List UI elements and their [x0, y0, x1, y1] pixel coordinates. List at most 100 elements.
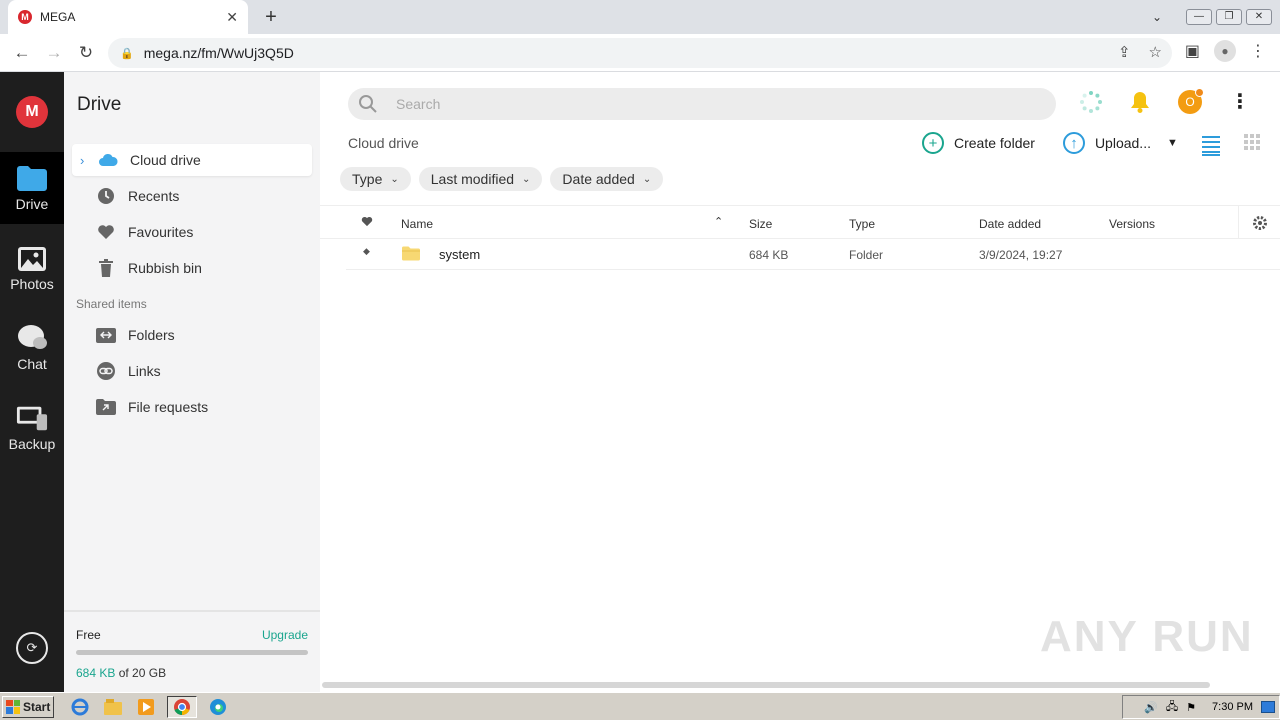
new-tab-icon[interactable]: +: [260, 4, 282, 30]
bookmark-star-icon[interactable]: ☆: [1149, 43, 1162, 61]
network-icon[interactable]: 🖧: [1166, 698, 1178, 717]
forward-icon[interactable]: →: [38, 43, 70, 63]
sidebar-item-links[interactable]: Links: [72, 355, 312, 387]
browser-menu-icon[interactable]: ⋮: [1250, 41, 1266, 61]
column-name[interactable]: Name: [401, 217, 433, 231]
favourite-dot-icon[interactable]: ◆: [363, 246, 370, 257]
shared-folder-icon: [96, 325, 116, 345]
file-explorer-icon[interactable]: [101, 696, 125, 718]
mega-logo-icon[interactable]: M: [16, 96, 48, 128]
media-player-icon[interactable]: [134, 696, 158, 718]
filter-last-modified[interactable]: Last modified ⌄: [418, 167, 543, 191]
breadcrumb[interactable]: Cloud drive: [348, 135, 419, 151]
toolbar-actions: + Create folder ↑ Upload... ▼: [922, 132, 1206, 154]
chat-bubble-icon: [16, 324, 48, 352]
filter-label: Date added: [562, 171, 635, 187]
backup-devices-icon: [16, 404, 48, 432]
column-size[interactable]: Size: [749, 217, 772, 231]
upgrade-link[interactable]: Upgrade: [262, 628, 308, 642]
start-button[interactable]: Start: [2, 695, 54, 718]
chevron-down-icon[interactable]: ▼: [1167, 137, 1178, 149]
more-options-icon[interactable]: ⋮: [1230, 92, 1250, 112]
storage-plan: Free: [76, 628, 101, 642]
browser-tab[interactable]: M MEGA ✕: [8, 0, 248, 34]
grid-view-icon[interactable]: [1244, 134, 1260, 150]
heart-icon: [96, 222, 116, 242]
column-date-added[interactable]: Date added: [979, 217, 1041, 231]
user-avatar[interactable]: O: [1178, 88, 1204, 114]
row-date-added: 3/9/2024, 19:27: [979, 248, 1063, 262]
rail-drive-label: Drive: [15, 196, 49, 212]
chevron-down-icon: ⌄: [390, 173, 399, 185]
chrome-icon[interactable]: [167, 695, 197, 718]
lock-icon[interactable]: 🔒: [120, 47, 134, 60]
sidebar-item-shared-folders[interactable]: Folders: [72, 319, 312, 351]
sidebar-item-rubbish-bin[interactable]: Rubbish bin: [72, 252, 312, 284]
action-center-flag-icon[interactable]: ⚑: [1186, 701, 1196, 714]
show-desktop-icon[interactable]: [1261, 701, 1275, 713]
volume-icon[interactable]: 🔊: [1144, 701, 1158, 714]
sidebar-item-recents[interactable]: Recents: [72, 180, 312, 212]
system-tray: 🔊 🖧 ⚑ 7:30 PM: [1122, 695, 1280, 719]
list-view-icon[interactable]: [1202, 134, 1220, 156]
sidebar-item-label: Recents: [128, 188, 180, 204]
windows-logo-icon: [6, 699, 20, 714]
column-settings-gear-icon[interactable]: [1252, 215, 1268, 231]
notification-bell-icon[interactable]: [1130, 91, 1150, 113]
browser-toolbar: ← → ↻ 🔒 mega.nz/fm/WwUj3Q5D ⇪ ☆ ▣ ● ⋮: [0, 34, 1280, 72]
cloud-icon: [98, 150, 118, 170]
address-bar[interactable]: 🔒 mega.nz/fm/WwUj3Q5D ⇪ ☆: [108, 38, 1172, 68]
sync-status-icon[interactable]: ⟳: [16, 632, 48, 664]
table-header: Name ⌃ Size Type Date added Versions: [320, 205, 1280, 239]
reload-icon[interactable]: ↻: [70, 43, 102, 63]
rail-chat[interactable]: Chat: [0, 312, 64, 384]
tab-search-chevron-icon[interactable]: ⌄: [1144, 10, 1170, 24]
table-row[interactable]: ◆ system 684 KB Folder 3/9/2024, 19:27: [346, 239, 1280, 270]
mega-favicon-icon: M: [18, 10, 32, 24]
column-versions[interactable]: Versions: [1109, 217, 1155, 231]
file-request-icon: [96, 397, 116, 417]
sort-ascending-icon[interactable]: ⌃: [714, 215, 723, 228]
sidebar-item-favourites[interactable]: Favourites: [72, 216, 312, 248]
internet-explorer-icon[interactable]: [68, 696, 92, 718]
header-icons: O ⋮: [1080, 88, 1250, 114]
storage-usage-bar: [76, 650, 308, 655]
browser-tabbar: M MEGA ✕ + ⌄ — ❐ ✕: [0, 0, 1280, 34]
upload-button[interactable]: ↑ Upload... ▼: [1062, 132, 1178, 154]
sidebar-title: Drive: [77, 94, 122, 115]
favourite-column-heart-icon[interactable]: [361, 216, 373, 227]
minimize-icon[interactable]: —: [1186, 9, 1212, 25]
tab-close-icon[interactable]: ✕: [226, 9, 238, 26]
storage-panel: Free Upgrade 684 KB of 20 GB: [64, 610, 320, 692]
create-folder-button[interactable]: + Create folder: [922, 132, 1035, 154]
edge-icon[interactable]: [206, 696, 230, 718]
os-taskbar: Start 🔊 🖧 ⚑ 7:30 PM: [0, 692, 1280, 720]
profile-icon[interactable]: ●: [1214, 40, 1236, 62]
search-input[interactable]: Search: [348, 88, 1056, 120]
horizontal-scrollbar[interactable]: [322, 682, 1210, 688]
sidebar-item-cloud-drive[interactable]: › Cloud drive: [72, 144, 312, 176]
sidebar-item-file-requests[interactable]: File requests: [72, 391, 312, 423]
upload-label: Upload...: [1094, 135, 1151, 151]
sidebar-item-label: Links: [128, 363, 161, 379]
filter-type[interactable]: Type ⌄: [340, 167, 411, 191]
share-icon[interactable]: ⇪: [1118, 43, 1131, 61]
row-size: 684 KB: [749, 248, 789, 262]
chevron-right-icon[interactable]: ›: [80, 153, 96, 168]
create-folder-label: Create folder: [954, 135, 1035, 151]
watermark: ANY RUN: [1040, 612, 1254, 661]
rail-photos[interactable]: Photos: [0, 232, 64, 304]
rail-photos-label: Photos: [10, 276, 54, 292]
side-panel-icon[interactable]: ▣: [1185, 41, 1200, 61]
rail-backup[interactable]: Backup: [0, 392, 64, 464]
back-icon[interactable]: ←: [6, 43, 38, 63]
rail-drive[interactable]: Drive: [0, 152, 64, 224]
clock[interactable]: 7:30 PM: [1212, 701, 1253, 713]
column-type[interactable]: Type: [849, 217, 875, 231]
window-close-icon[interactable]: ✕: [1246, 9, 1272, 25]
chevron-down-icon: ⌄: [642, 173, 652, 185]
filter-date-added[interactable]: Date added ⌄: [550, 167, 664, 191]
restore-icon[interactable]: ❐: [1216, 9, 1242, 25]
row-name: system: [439, 247, 481, 262]
link-icon: [96, 361, 116, 381]
